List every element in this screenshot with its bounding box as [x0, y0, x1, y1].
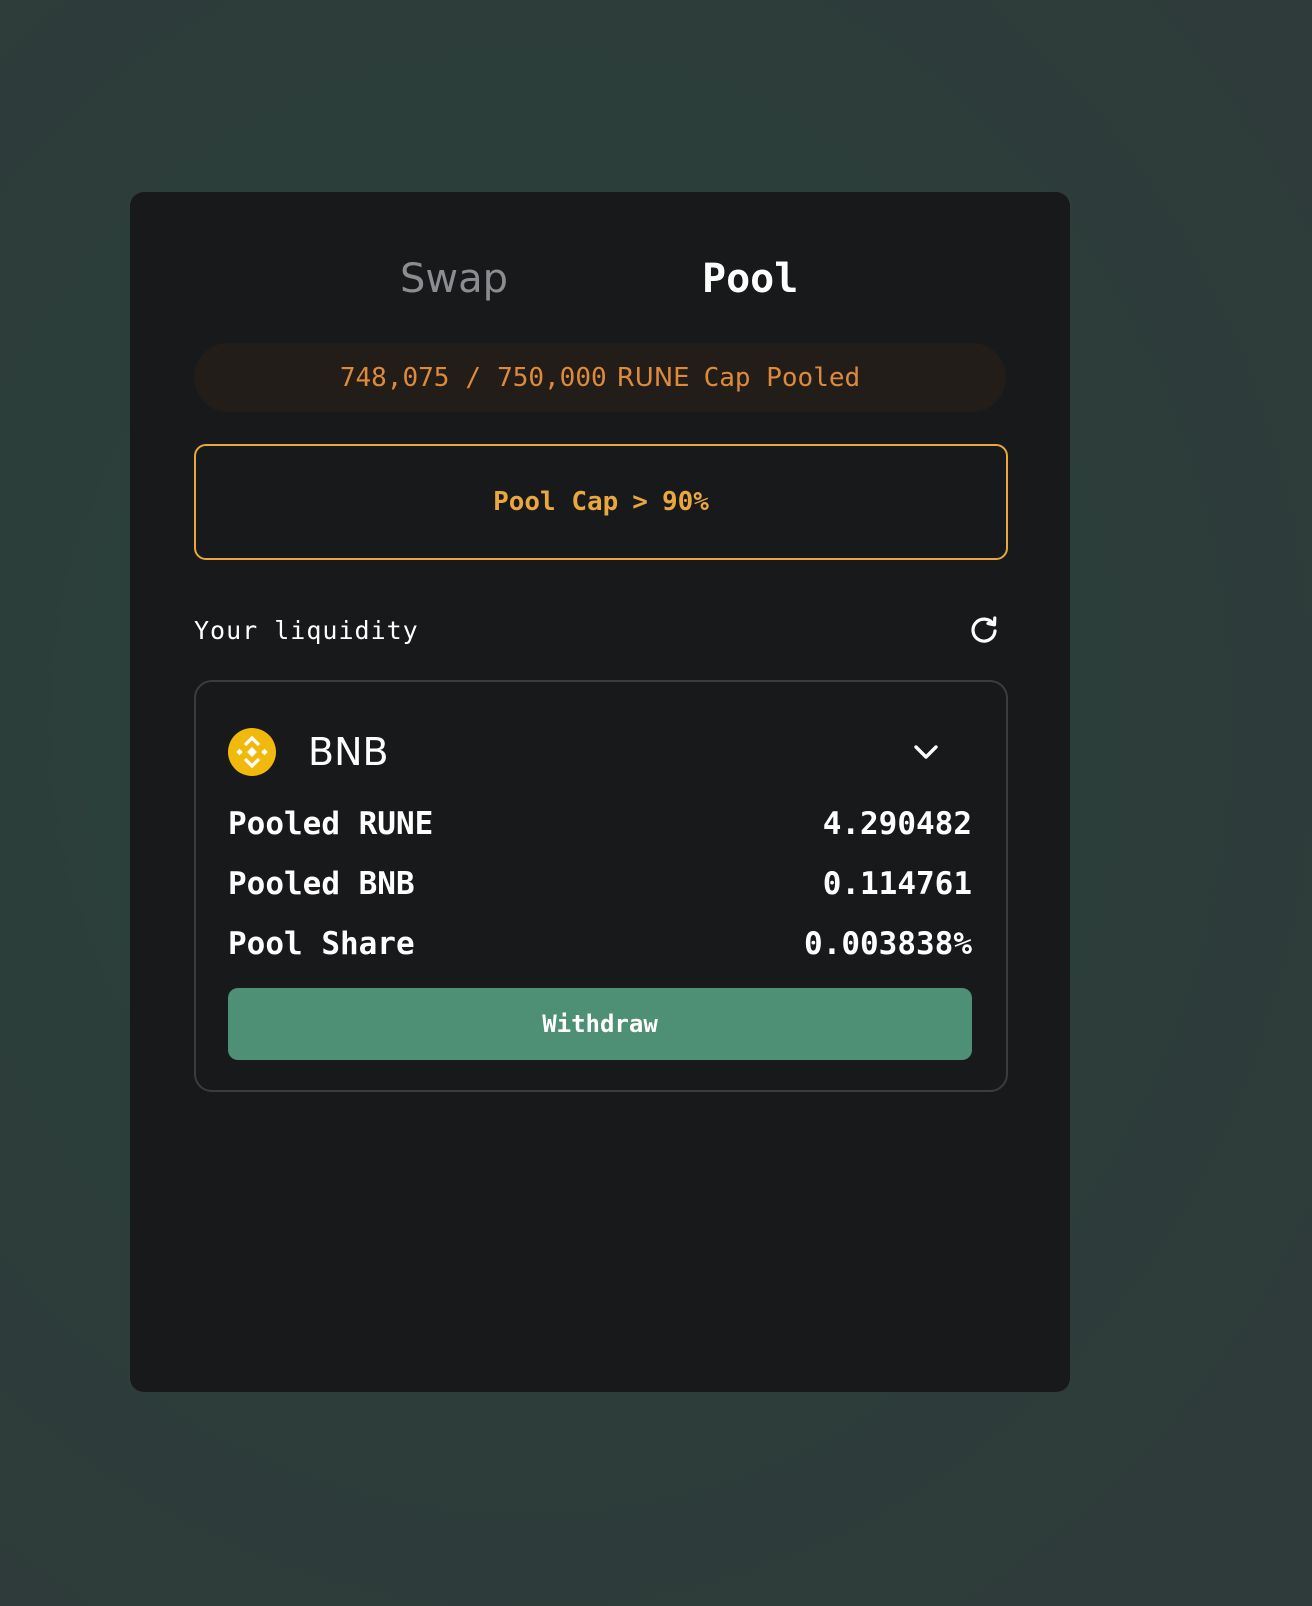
- warning-label: Pool Cap: [493, 487, 619, 517]
- withdraw-button[interactable]: Withdraw: [228, 988, 972, 1060]
- stat-value: 4.290482: [822, 806, 972, 842]
- stat-value: 0.114761: [822, 866, 972, 902]
- cap-ticker: RUNE: [616, 362, 690, 393]
- tab-pool[interactable]: Pool: [702, 254, 798, 304]
- cap-suffix: Cap Pooled: [703, 362, 861, 393]
- tab-swap[interactable]: Swap: [400, 254, 508, 304]
- stat-label: Pooled RUNE: [228, 806, 434, 842]
- pool-card: Swap Pool 748,075 / 750,000 RUNE Cap Poo…: [130, 192, 1070, 1392]
- bnb-logo-icon: [228, 728, 276, 776]
- asset-name: BNB: [308, 730, 389, 774]
- warning-chevron: >: [632, 487, 648, 517]
- liquidity-position: BNB Pooled RUNE 4.290482 Pooled BNB 0.11…: [194, 680, 1008, 1092]
- warning-value: 90%: [661, 487, 709, 517]
- chevron-down-icon[interactable]: [908, 734, 944, 770]
- stat-label: Pool Share: [228, 926, 415, 962]
- your-liquidity-heading: Your liquidity: [194, 616, 419, 645]
- cap-total-amount: 750,000: [497, 362, 607, 393]
- pool-cap-warning: Pool Cap > 90%: [194, 444, 1008, 560]
- cap-pooled-amount: 748,075: [339, 362, 450, 393]
- tab-bar: Swap Pool: [130, 254, 1070, 304]
- cap-separator: /: [465, 362, 482, 393]
- pooled-bnb-row: Pooled BNB 0.114761: [228, 862, 972, 906]
- stat-label: Pooled BNB: [228, 866, 415, 902]
- pooled-rune-row: Pooled RUNE 4.290482: [228, 802, 972, 846]
- asset-header[interactable]: BNB: [228, 728, 972, 776]
- stat-value: 0.003838%: [804, 926, 972, 962]
- pool-share-row: Pool Share 0.003838%: [228, 922, 972, 966]
- pool-cap-status: 748,075 / 750,000 RUNE Cap Pooled: [194, 343, 1006, 412]
- refresh-icon[interactable]: [966, 612, 1002, 648]
